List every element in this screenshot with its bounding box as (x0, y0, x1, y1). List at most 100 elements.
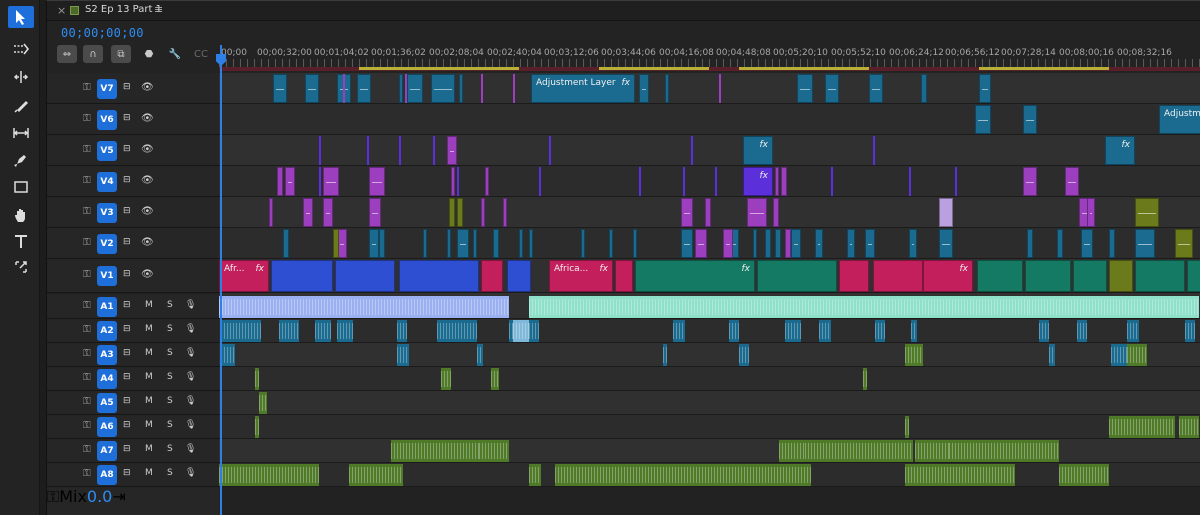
audio-clip[interactable] (397, 320, 407, 342)
add-marker-icon[interactable]: ⬣ (139, 45, 159, 63)
video-clip[interactable]: fx (743, 167, 773, 196)
eye-icon[interactable]: 👁 (141, 175, 154, 186)
video-clip[interactable] (513, 74, 515, 103)
sync-lock-icon[interactable]: ⊟ (123, 206, 131, 216)
video-clip[interactable] (273, 74, 287, 103)
track-target-v6[interactable]: V6 (97, 109, 117, 130)
video-clip[interactable] (305, 74, 319, 103)
timeline-settings-icon[interactable]: 🔧 (165, 45, 185, 63)
audio-clip[interactable] (1059, 464, 1109, 486)
video-clip[interactable] (529, 229, 533, 258)
close-tab-icon[interactable]: × (57, 4, 66, 17)
video-clip[interactable] (979, 74, 991, 103)
video-clip[interactable] (473, 229, 477, 258)
video-clip[interactable] (715, 167, 717, 196)
video-clip[interactable] (303, 198, 313, 227)
audio-clip[interactable] (513, 320, 529, 342)
track-target-a5[interactable]: A5 (97, 393, 117, 413)
sync-lock-icon[interactable]: ⊟ (123, 396, 131, 406)
audio-clip[interactable] (911, 320, 917, 342)
lock-icon[interactable]: ⚿ (83, 348, 91, 359)
solo-button[interactable]: S (167, 348, 173, 358)
solo-button[interactable]: S (167, 300, 173, 310)
video-clip[interactable] (665, 74, 669, 103)
sync-lock-icon[interactable]: ⊟ (123, 175, 131, 185)
panel-menu-icon[interactable]: ≡ (154, 3, 163, 16)
video-clip[interactable] (791, 229, 801, 258)
video-clip[interactable] (335, 260, 395, 292)
video-clip[interactable] (369, 167, 385, 196)
audio-clip[interactable] (905, 464, 1015, 486)
audio-clip[interactable] (765, 464, 811, 486)
video-clip[interactable] (1135, 229, 1155, 258)
lock-icon[interactable]: ⚿ (83, 175, 91, 186)
video-clip[interactable] (939, 229, 953, 258)
video-clip[interactable] (503, 198, 507, 227)
eye-icon[interactable]: 👁 (141, 82, 154, 93)
video-clip[interactable] (581, 229, 585, 258)
track-target-a3[interactable]: A3 (97, 345, 117, 365)
video-clip[interactable] (977, 260, 1023, 292)
video-clip[interactable] (271, 260, 333, 292)
video-clip[interactable] (323, 198, 333, 227)
mute-button[interactable]: M (145, 348, 153, 358)
video-clip[interactable] (493, 229, 499, 258)
microphone-icon[interactable]: 🎙 (185, 324, 196, 334)
video-clip[interactable]: Adjustm... (1159, 105, 1200, 134)
lock-icon[interactable]: ⚿ (83, 144, 91, 155)
lock-icon[interactable]: ⚿ (83, 269, 91, 280)
video-clip[interactable] (519, 229, 523, 258)
video-clip[interactable] (451, 167, 455, 196)
mute-button[interactable]: M (145, 444, 153, 454)
video-clip[interactable] (323, 167, 339, 196)
lock-icon[interactable]: ⚿ (83, 206, 91, 217)
video-clip[interactable] (609, 229, 613, 258)
video-clip[interactable] (423, 229, 427, 258)
audio-clip[interactable] (1077, 320, 1087, 342)
video-clip[interactable] (1135, 198, 1159, 227)
microphone-icon[interactable]: 🎙 (185, 372, 196, 382)
audio-clip[interactable] (875, 320, 885, 342)
video-clip[interactable]: Africa... fx (549, 260, 613, 292)
sync-lock-icon[interactable]: ⊟ (123, 348, 131, 358)
video-clip[interactable] (869, 74, 883, 103)
audio-clip[interactable] (949, 440, 1059, 462)
video-clip[interactable] (1023, 167, 1037, 196)
audio-clip[interactable] (1029, 296, 1199, 318)
audio-clip[interactable] (349, 464, 403, 486)
video-clip[interactable] (921, 74, 927, 103)
razor-tool-icon[interactable] (8, 94, 34, 116)
video-clip[interactable] (319, 167, 321, 196)
track-target-v5[interactable]: V5 (97, 140, 117, 161)
video-clip[interactable] (481, 260, 503, 292)
video-clip[interactable] (369, 229, 379, 258)
video-clip[interactable] (369, 198, 381, 227)
video-clip[interactable] (449, 198, 455, 227)
microphone-icon[interactable]: 🎙 (185, 444, 196, 454)
video-clip[interactable] (831, 167, 833, 196)
audio-clip[interactable] (441, 368, 451, 390)
track-target-a1[interactable]: A1 (97, 297, 117, 317)
eye-icon[interactable]: 👁 (141, 269, 154, 280)
audio-clip[interactable] (529, 464, 541, 486)
video-clip[interactable] (639, 74, 649, 103)
video-clip[interactable] (753, 229, 757, 258)
video-clip[interactable] (405, 74, 407, 103)
audio-clip[interactable] (1179, 416, 1199, 438)
video-clip[interactable] (407, 74, 423, 103)
video-clip[interactable] (1027, 229, 1033, 258)
video-clip[interactable] (1109, 260, 1133, 292)
lock-icon[interactable]: ⚿ (83, 420, 91, 431)
video-clip[interactable] (909, 229, 917, 258)
rectangle-tool-icon[interactable] (8, 176, 34, 198)
video-clip[interactable] (269, 198, 273, 227)
track-target-v4[interactable]: V4 (97, 171, 117, 192)
video-clip[interactable] (507, 260, 531, 292)
video-clip[interactable] (481, 74, 483, 103)
video-clip[interactable] (723, 229, 733, 258)
audio-clip[interactable] (255, 368, 259, 390)
video-clip[interactable] (719, 74, 721, 103)
video-clip[interactable] (1187, 260, 1200, 292)
solo-button[interactable]: S (167, 468, 173, 478)
video-clip[interactable] (459, 74, 463, 103)
